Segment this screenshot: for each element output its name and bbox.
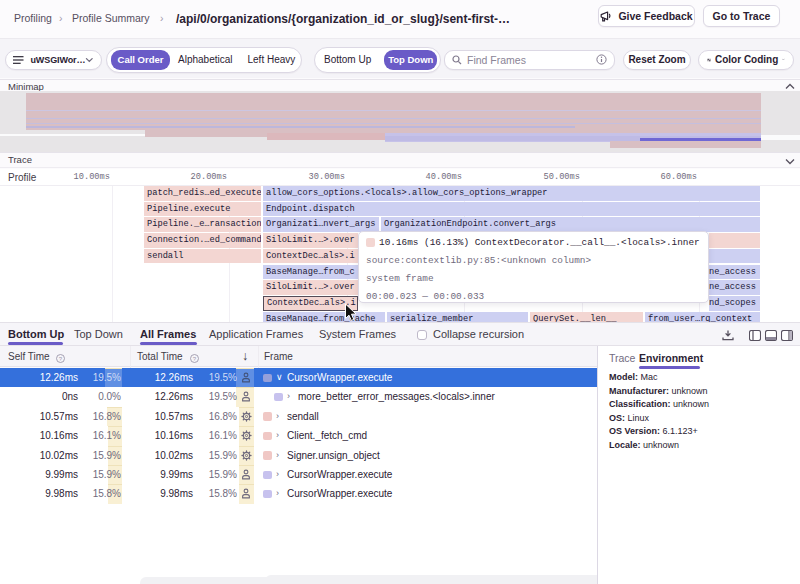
svg-text:?: ? bbox=[59, 356, 63, 362]
svg-text:?: ? bbox=[193, 356, 197, 362]
